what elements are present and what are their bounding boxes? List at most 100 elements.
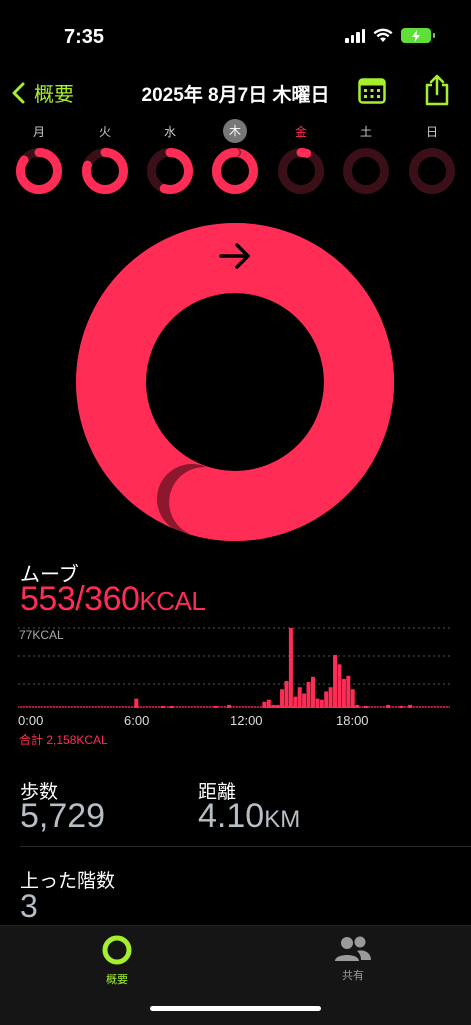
chart-bar bbox=[132, 706, 134, 708]
chart-bar bbox=[25, 706, 27, 708]
chart-bar bbox=[63, 706, 65, 708]
chart-bar bbox=[49, 706, 51, 708]
chart-bar bbox=[70, 706, 72, 708]
chart-bar bbox=[72, 706, 74, 708]
chart-bar bbox=[249, 706, 251, 708]
chart-bar bbox=[102, 706, 104, 708]
chart-bar bbox=[69, 706, 71, 708]
chart-bar bbox=[397, 706, 399, 708]
day-ring-track bbox=[343, 148, 389, 194]
day-ring[interactable] bbox=[408, 147, 456, 195]
chart-bar bbox=[30, 706, 32, 708]
chart-bar bbox=[28, 706, 30, 708]
chart-bar bbox=[82, 706, 84, 708]
calendar-button[interactable] bbox=[358, 78, 386, 109]
chart-bar bbox=[271, 704, 276, 708]
day-ring-track bbox=[278, 148, 324, 194]
day-ring[interactable] bbox=[211, 147, 259, 195]
chart-bar bbox=[232, 706, 234, 708]
chart-bar bbox=[341, 678, 346, 708]
chart-bar bbox=[408, 704, 413, 708]
chart-bar bbox=[187, 706, 189, 708]
chart-bar bbox=[396, 706, 398, 708]
move-unit: KCAL bbox=[139, 586, 206, 616]
chart-bar bbox=[199, 706, 201, 708]
chart-bar bbox=[159, 706, 161, 708]
tab-summary[interactable]: 概要 bbox=[77, 934, 157, 987]
chart-bar bbox=[141, 706, 143, 708]
chart-bar bbox=[293, 696, 298, 708]
chart-bar bbox=[252, 706, 254, 708]
chart-bar bbox=[90, 706, 92, 708]
chart-bar bbox=[412, 706, 414, 708]
chart-bar bbox=[130, 706, 132, 708]
chart-bar bbox=[103, 706, 105, 708]
day-ring[interactable] bbox=[81, 147, 129, 195]
chart-bar bbox=[384, 706, 386, 708]
chart-bar bbox=[430, 706, 432, 708]
chart-bar bbox=[297, 687, 302, 708]
chart-bar bbox=[315, 698, 320, 708]
chart-bar bbox=[88, 706, 90, 708]
day-ring[interactable] bbox=[15, 147, 63, 195]
chart-bar bbox=[447, 706, 449, 708]
chart-bar bbox=[360, 706, 362, 708]
distance-unit: KM bbox=[264, 806, 301, 833]
chart-bar bbox=[225, 706, 227, 708]
chart-bar bbox=[386, 704, 391, 708]
chart-bar bbox=[54, 706, 56, 708]
cellular-signal-icon bbox=[345, 28, 365, 43]
chart-bar bbox=[433, 706, 435, 708]
chart-bar bbox=[39, 706, 41, 708]
chart-bar bbox=[198, 706, 200, 708]
chart-bar bbox=[435, 706, 437, 708]
day-ring[interactable] bbox=[146, 147, 194, 195]
chart-bar bbox=[250, 706, 252, 708]
steps-value: 5,729 bbox=[20, 797, 106, 835]
chart-bar bbox=[76, 706, 78, 708]
chart-bar bbox=[436, 706, 438, 708]
chart-bar bbox=[51, 706, 53, 708]
chart-bar bbox=[259, 706, 261, 708]
chart-bar bbox=[168, 706, 170, 708]
chart-bar bbox=[238, 706, 240, 708]
chart-bar bbox=[160, 705, 165, 708]
chart-bar bbox=[448, 706, 450, 708]
chart-x-tick: 0:00 bbox=[18, 713, 44, 728]
chart-bar bbox=[157, 706, 159, 708]
chart-bar bbox=[52, 706, 54, 708]
chart-bar bbox=[91, 706, 93, 708]
chart-bar bbox=[33, 706, 35, 708]
chart-bar bbox=[189, 706, 191, 708]
chart-bar bbox=[324, 691, 329, 708]
chart-bar bbox=[114, 706, 116, 708]
tab-sharing[interactable]: 共有 bbox=[313, 934, 393, 983]
chart-bar bbox=[220, 706, 222, 708]
chart-bar bbox=[115, 706, 117, 708]
chart-bar bbox=[22, 706, 24, 708]
move-amount: 553/360 bbox=[20, 580, 140, 618]
chart-bar bbox=[148, 706, 150, 708]
day-ring[interactable] bbox=[342, 147, 390, 195]
battery-icon bbox=[401, 28, 435, 43]
day-ring[interactable] bbox=[277, 147, 325, 195]
chart-bar bbox=[19, 706, 21, 708]
chart-bar bbox=[333, 655, 338, 708]
chart-bar bbox=[99, 706, 101, 708]
chart-bar bbox=[444, 706, 446, 708]
chart-bar bbox=[24, 706, 26, 708]
chart-bar bbox=[43, 706, 45, 708]
chart-bar bbox=[207, 706, 209, 708]
chart-x-tick: 12:00 bbox=[230, 713, 263, 728]
chart-bar bbox=[183, 706, 185, 708]
day-label: 日 bbox=[425, 125, 438, 139]
chart-bar bbox=[310, 676, 315, 708]
chart-bar bbox=[112, 706, 114, 708]
chart-bar bbox=[127, 706, 129, 708]
share-button[interactable] bbox=[424, 74, 450, 111]
chart-bar bbox=[391, 706, 393, 708]
chart-bar bbox=[275, 704, 280, 708]
chart-bar bbox=[55, 706, 57, 708]
chart-bar bbox=[205, 706, 207, 708]
chart-bar bbox=[219, 706, 221, 708]
